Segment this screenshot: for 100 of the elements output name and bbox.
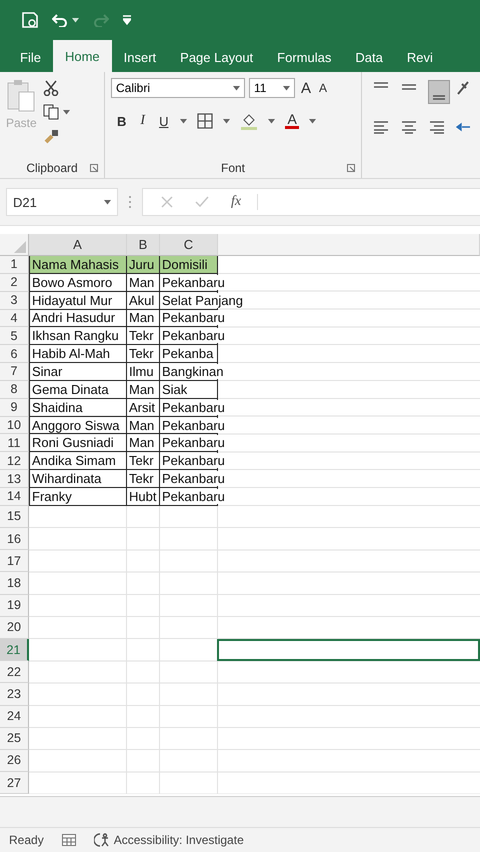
caret-icon[interactable] xyxy=(308,118,316,124)
row-header[interactable]: 12 xyxy=(0,452,29,470)
row-header[interactable]: 23 xyxy=(0,683,29,706)
shrink-font-button[interactable]: A xyxy=(317,81,330,95)
row-header[interactable]: 16 xyxy=(0,528,29,550)
fill-color-icon[interactable] xyxy=(240,112,258,130)
row-header[interactable]: 24 xyxy=(0,706,29,728)
macro-recording-icon[interactable] xyxy=(62,834,76,846)
table-cell: Pekanbaru xyxy=(160,471,226,486)
table-cell: Pekanbaru xyxy=(160,488,226,504)
row-header[interactable]: 17 xyxy=(0,550,29,572)
copy-icon[interactable] xyxy=(42,104,59,120)
group-label: Font xyxy=(220,161,245,175)
row-header[interactable]: 25 xyxy=(0,728,29,750)
table-cell: Ikhsan Rangku xyxy=(30,328,120,344)
name-box[interactable]: D21 xyxy=(6,188,118,216)
row-header[interactable]: 10 xyxy=(0,416,29,434)
caret-icon[interactable] xyxy=(223,118,230,124)
undo-button[interactable] xyxy=(52,13,79,27)
align-right-icon[interactable] xyxy=(428,120,446,134)
table-cell: Anggoro Siswa xyxy=(30,418,120,433)
ribbon-tab[interactable]: Home xyxy=(52,40,112,72)
row-header[interactable]: 7 xyxy=(0,363,29,381)
customize-icon xyxy=(123,15,131,25)
clipboard-icon xyxy=(6,78,36,112)
row-header[interactable]: 19 xyxy=(0,594,29,617)
row-header[interactable]: 15 xyxy=(0,506,29,528)
accessibility-button[interactable]: Accessibility: Investigate xyxy=(94,833,244,847)
row-header[interactable]: 6 xyxy=(0,345,29,364)
table-cell: Pekanbaru xyxy=(160,328,226,344)
table-cell: Sinar xyxy=(30,364,64,379)
grow-font-button[interactable]: A xyxy=(299,80,314,96)
table-cell: Pekanbaru xyxy=(160,418,226,433)
status-text: Ready xyxy=(9,833,44,847)
row-header[interactable]: 3 xyxy=(0,292,29,310)
column-header[interactable]: B xyxy=(127,234,160,256)
ribbon-tab[interactable]: Formulas xyxy=(265,42,344,72)
selected-cell[interactable] xyxy=(217,638,480,662)
formula-input[interactable]: fx xyxy=(142,188,480,216)
table-cell: Pekanbaru xyxy=(160,400,226,415)
italic-button[interactable]: I xyxy=(138,113,148,129)
ribbon-tab[interactable]: File xyxy=(8,42,53,72)
dialog-launcher-icon[interactable] xyxy=(347,164,355,172)
indent-icon[interactable] xyxy=(456,120,470,134)
font-size-dropdown[interactable]: 11 xyxy=(249,78,295,98)
row-header[interactable]: 5 xyxy=(0,327,29,346)
row-header[interactable]: 11 xyxy=(0,434,29,452)
ribbon-tab[interactable]: Data xyxy=(343,42,395,72)
caret-icon[interactable] xyxy=(104,200,111,204)
caret-icon[interactable] xyxy=(233,86,240,90)
row-header[interactable]: 20 xyxy=(0,616,29,639)
row-header[interactable]: 18 xyxy=(0,572,29,595)
table-cell: Franky xyxy=(30,488,73,504)
row-header[interactable]: 8 xyxy=(0,380,29,399)
ribbon-tab[interactable]: Insert xyxy=(112,42,168,72)
caret-icon[interactable] xyxy=(180,118,188,124)
font-name-dropdown[interactable]: Calibri xyxy=(111,78,245,98)
table-cell: Andika Simam xyxy=(30,453,117,468)
ribbon-tab[interactable]: Page Layout xyxy=(168,42,266,72)
caret-icon[interactable] xyxy=(62,110,70,114)
table-cell: Hubt xyxy=(127,488,158,504)
table-cell: Tekr xyxy=(127,453,155,468)
bold-button[interactable]: B xyxy=(115,114,128,128)
table-cell: Man xyxy=(127,310,156,326)
customize-button[interactable] xyxy=(123,15,131,25)
row-header[interactable]: 2 xyxy=(0,274,29,292)
align-center-icon[interactable] xyxy=(400,120,418,134)
row-header[interactable]: 1 xyxy=(0,256,29,274)
save-icon xyxy=(22,12,38,28)
row-header[interactable]: 14 xyxy=(0,488,29,506)
align-left-icon[interactable] xyxy=(372,120,390,134)
save-button[interactable] xyxy=(22,12,38,28)
font-color-button[interactable]: A xyxy=(285,113,299,129)
borders-icon[interactable] xyxy=(197,113,214,129)
underline-button[interactable]: U xyxy=(157,114,170,128)
ribbon-tab[interactable]: Revi xyxy=(394,42,445,72)
paintbrush-icon[interactable] xyxy=(42,128,59,144)
column-header[interactable]: C xyxy=(160,234,218,256)
column-header[interactable]: A xyxy=(29,234,127,256)
table-cell: Ilmu xyxy=(127,364,155,379)
row-header[interactable]: 21 xyxy=(0,638,29,662)
table-cell: Roni Gusniadi xyxy=(30,435,115,450)
table-cell: Arsit xyxy=(127,400,156,415)
table-cell: Pekanbaru xyxy=(160,435,226,450)
cut-icon[interactable] xyxy=(42,80,59,96)
caret-icon[interactable] xyxy=(72,18,79,22)
align-bottom-icon[interactable] xyxy=(428,80,450,104)
caret-icon[interactable] xyxy=(283,86,290,90)
row-header[interactable]: 26 xyxy=(0,750,29,772)
insert-function-button[interactable]: fx xyxy=(231,194,258,210)
row-header[interactable]: 22 xyxy=(0,661,29,684)
caret-icon[interactable] xyxy=(268,118,276,124)
row-header[interactable]: 13 xyxy=(0,470,29,488)
row-header[interactable]: 4 xyxy=(0,310,29,328)
row-header[interactable]: 9 xyxy=(0,398,29,417)
table-cell: Tekr xyxy=(127,328,155,344)
row-header[interactable]: 27 xyxy=(0,772,29,794)
table-cell: Habib Al-Mah xyxy=(30,346,112,362)
table-cell: Pekanbaru xyxy=(160,453,226,468)
dialog-launcher-icon[interactable] xyxy=(90,164,98,172)
